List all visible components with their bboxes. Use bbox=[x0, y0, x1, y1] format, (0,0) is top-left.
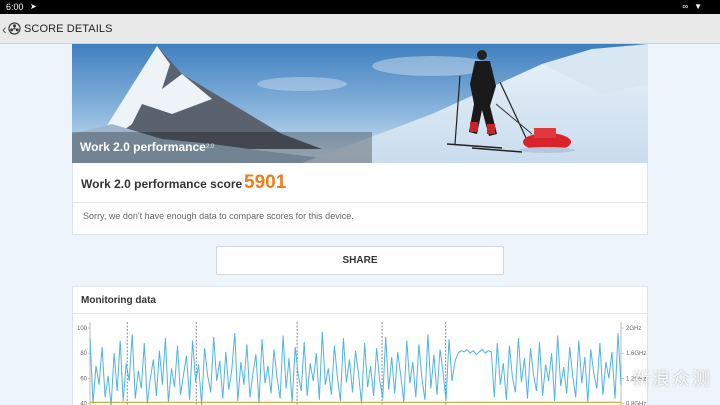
y-tick-label: 40 bbox=[80, 402, 87, 405]
score-value: 5901 bbox=[244, 172, 287, 193]
y-tick-label: 100 bbox=[77, 326, 88, 332]
status-bar: 6:00 ➤ ∞ ▼ bbox=[0, 0, 720, 14]
status-time: 6:00 bbox=[6, 2, 24, 12]
score-card: Work 2.0 performance score 5901 Sorry, w… bbox=[72, 163, 648, 235]
y2-tick-label: 0.8GHz bbox=[626, 402, 646, 405]
y2-tick-label: 2GHz bbox=[626, 326, 641, 332]
share-button[interactable]: SHARE bbox=[216, 246, 504, 275]
hero-version: 2.0 bbox=[206, 144, 215, 150]
hero-banner: Work 2.0 performance 2.0 bbox=[72, 44, 648, 163]
monitoring-chart: 1008060402GHz1.6GHz1.2GHz0.8GHz bbox=[77, 322, 646, 405]
link-icon: ∞ bbox=[682, 2, 689, 11]
hero-title: Work 2.0 performance bbox=[80, 140, 206, 154]
cpu-load-series-line bbox=[89, 331, 622, 405]
y-tick-label: 80 bbox=[80, 351, 87, 357]
y2-tick-label: 1.6GHz bbox=[626, 351, 646, 357]
futuremark-logo-icon bbox=[8, 22, 21, 35]
y-tick-label: 60 bbox=[80, 376, 87, 382]
watermark-text: 新浪众测 bbox=[632, 369, 712, 389]
location-arrow-icon: ➤ bbox=[30, 2, 37, 11]
divider bbox=[73, 202, 647, 203]
app-bar: ‹ SCORE DETAILS bbox=[0, 14, 720, 44]
status-icons: ∞ ▼ bbox=[682, 2, 702, 11]
monitoring-card: Monitoring data 100 80 60 40 2GHz 1.6GHz 1.2GH… bbox=[72, 286, 648, 405]
wifi-icon: ▼ bbox=[694, 2, 702, 11]
score-label: Work 2.0 performance score bbox=[81, 177, 243, 191]
page-title: SCORE DETAILS bbox=[24, 23, 113, 35]
comparison-note: Sorry, we don't have enough data to comp… bbox=[83, 211, 354, 221]
monitoring-title: Monitoring data bbox=[81, 295, 156, 306]
